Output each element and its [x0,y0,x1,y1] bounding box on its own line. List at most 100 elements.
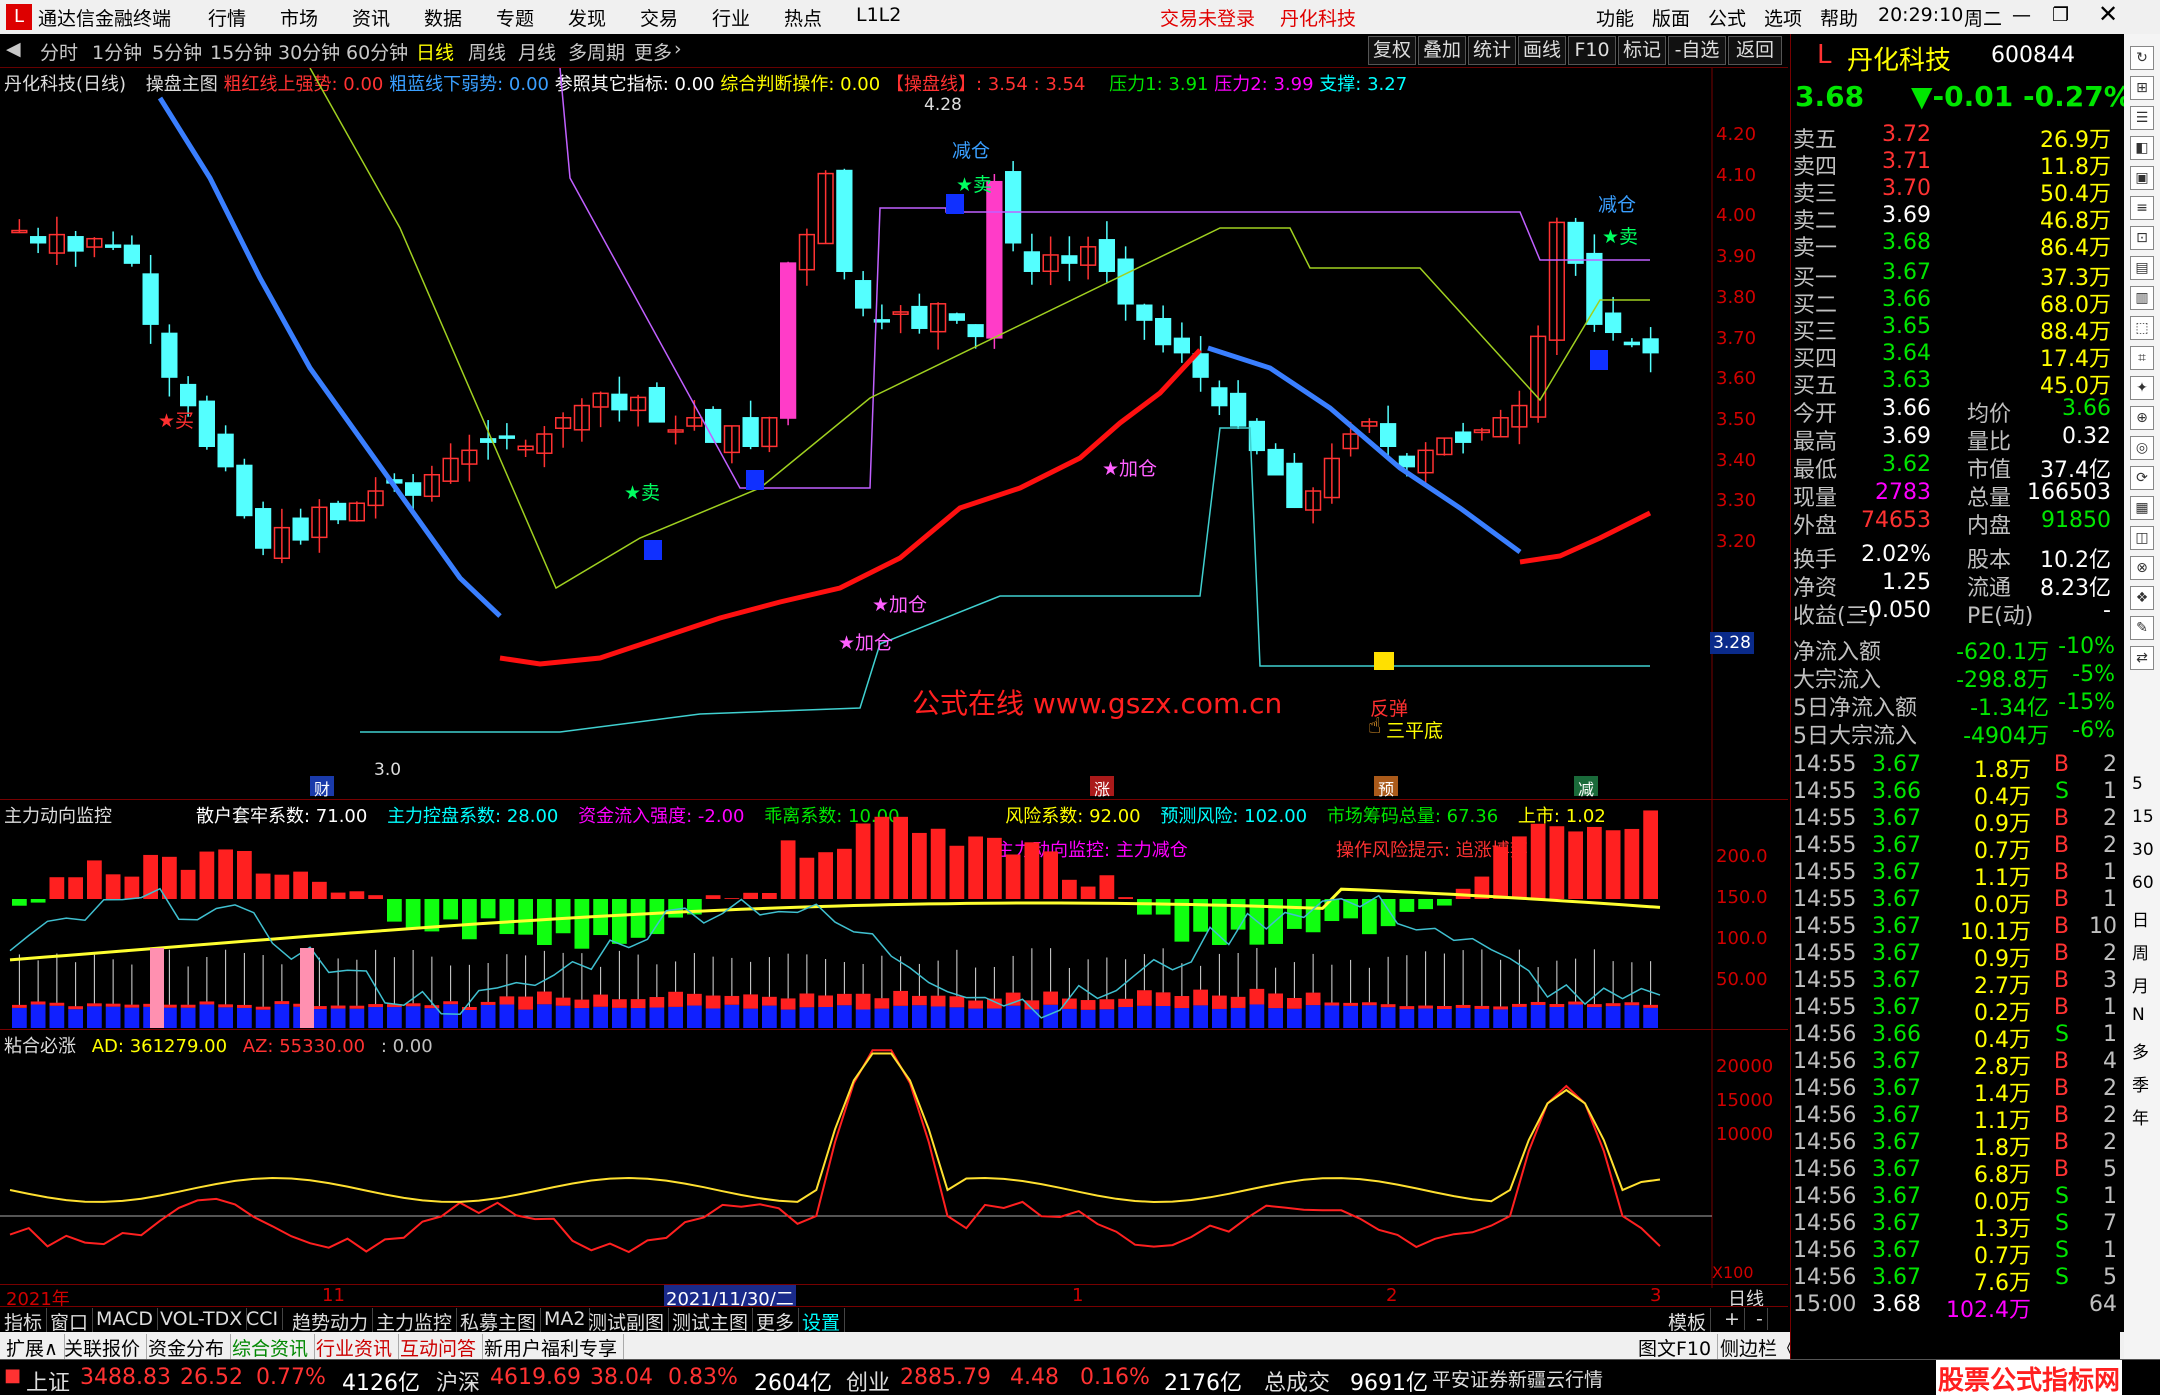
sidebar-tool-icon[interactable]: ✎ [2130,616,2154,640]
info-tab[interactable]: 扩展∧ [0,1334,65,1361]
menu-item[interactable]: 版面 [1652,4,1690,31]
restore-icon[interactable]: ❐ [2052,4,2069,26]
close-icon[interactable]: ✕ [2098,0,2118,28]
sidebar-tool-icon[interactable]: ▣ [2130,166,2154,190]
minimize-icon[interactable]: — [2012,4,2031,26]
index-name[interactable]: 沪深 [436,1365,480,1395]
indicator-tab[interactable]: MA2 [540,1308,591,1330]
period-tab[interactable]: 60分钟 [346,38,408,65]
indicator-tab[interactable]: MACD [92,1308,158,1330]
indicator-tab[interactable]: 窗口 [46,1308,94,1335]
indicator-tab[interactable]: 测试副图 [584,1308,670,1335]
period-tab[interactable]: 分时 [40,38,78,65]
indicator-tab[interactable]: 更多 [752,1308,800,1335]
menu-item[interactable]: 功能 [1596,4,1634,31]
index-name[interactable]: 创业 [846,1365,890,1395]
sidebar-tool-icon[interactable]: ⇄ [2130,646,2154,670]
indicator-tab[interactable]: 指标 [0,1308,48,1335]
sidebar-period-label[interactable]: 多 [2132,1038,2149,1063]
sidebar-tool-icon[interactable]: ▤ [2130,256,2154,280]
sidebar-period-label[interactable]: 30 [2132,840,2154,860]
sidebar-period-label[interactable]: 60 [2132,873,2154,893]
sidebar-period-label[interactable]: N [2132,1005,2145,1025]
indicator-tab[interactable]: VOL-TDX [156,1308,248,1330]
info-tab[interactable]: 互动问答 [394,1334,484,1361]
event-marker[interactable]: 减 [1574,776,1598,799]
indicator-tab[interactable]: 测试主图 [668,1308,754,1335]
menu-item[interactable]: 交易 [640,4,678,31]
toolbar-button[interactable]: 标记 [1618,36,1666,65]
period-tab[interactable]: 月线 [518,38,556,65]
menu-item[interactable]: 市场 [280,4,318,31]
menu-item[interactable]: 帮助 [1820,4,1858,31]
settings-tab[interactable]: 设置 [798,1308,846,1335]
indicator-tab[interactable]: 趋势动力 [288,1308,374,1335]
period-tab[interactable]: 1分钟 [92,38,142,65]
sidebar-period-label[interactable]: 季 [2132,1071,2149,1096]
sidebar-tool-icon[interactable]: ⊗ [2130,556,2154,580]
event-marker[interactable]: 预 [1374,776,1398,799]
period-tab[interactable]: 周线 [468,38,506,65]
menu-item[interactable]: 专题 [496,4,534,31]
sidebar-period-label[interactable]: 年 [2132,1104,2149,1129]
sidebar-period-label[interactable]: 5 [2132,774,2143,794]
sidebar-tool-icon[interactable]: ◎ [2130,436,2154,460]
sidebar-tool-icon[interactable]: ⬚ [2130,316,2154,340]
indicator-tab[interactable]: CCI [242,1308,284,1330]
toolbar-button[interactable]: F10 [1568,36,1616,65]
info-tab[interactable]: 资金分布 [142,1334,232,1361]
period-tab-active[interactable]: 日线 [416,38,454,65]
event-marker[interactable]: 财 [310,776,334,799]
sidebar-tool-icon[interactable]: ◧ [2130,136,2154,160]
chevron-right-icon[interactable]: › [674,38,682,60]
menu-item[interactable]: 公式 [1708,4,1746,31]
sidebar-period-label[interactable]: 周 [2132,939,2149,964]
login-status[interactable]: 交易未登录 [1160,4,1255,31]
index-name[interactable]: 上证 [26,1365,70,1395]
sidebar-tool-icon[interactable]: ⊕ [2130,406,2154,430]
info-tab[interactable]: 新用户福利专享 [478,1334,625,1361]
sidebar-tool-icon[interactable]: ✦ [2130,376,2154,400]
indicator-tab[interactable]: 私募主图 [456,1308,542,1335]
toolbar-button[interactable]: 统计 [1468,36,1516,65]
sidebar-tool-icon[interactable]: ⊞ [2130,76,2154,100]
sidebar-tool-icon[interactable]: ▦ [2130,496,2154,520]
toolbar-button[interactable]: 复权 [1368,36,1416,65]
sidebar-tool-icon[interactable]: ☰ [2130,106,2154,130]
add-pane-button[interactable]: + [1720,1308,1745,1330]
info-tab[interactable]: 综合资讯 [226,1334,316,1361]
menu-item[interactable]: 热点 [784,4,822,31]
sidebar-period-label[interactable]: 日 [2132,906,2149,931]
sidebar-period-label[interactable]: 15 [2132,807,2154,827]
remove-pane-button[interactable]: - [1752,1308,1768,1330]
toolbar-button[interactable]: 返回 [1728,36,1782,65]
indicator-tab[interactable]: 主力监控 [372,1308,458,1335]
adhesion-chart[interactable] [0,1028,1714,1288]
menu-item[interactable]: 发现 [568,4,606,31]
sidebar-tool-icon[interactable]: ⊡ [2130,226,2154,250]
menu-item[interactable]: 数据 [424,4,462,31]
info-tab[interactable]: 行业资讯 [310,1334,400,1361]
period-tab[interactable]: 30分钟 [278,38,340,65]
sidebar-period-label[interactable]: 月 [2132,972,2149,997]
stock-name[interactable]: 丹化科技 [1847,40,1951,77]
candlestick-chart[interactable] [0,68,1714,798]
f10-button[interactable]: 图文F10 [1632,1334,1719,1361]
period-tab[interactable]: 多周期 [568,38,625,65]
menu-item[interactable]: 资讯 [352,4,390,31]
main-force-chart[interactable] [0,798,1714,1028]
event-marker[interactable]: 涨 [1090,776,1114,799]
menu-item[interactable]: 行情 [208,4,246,31]
info-tab[interactable]: 关联报价 [58,1334,148,1361]
sidebar-tool-icon[interactable]: ⌗ [2130,346,2154,370]
menu-item[interactable]: L1L2 [856,4,901,26]
template-button[interactable]: 模板 [1664,1308,1712,1335]
sidebar-tool-icon[interactable]: ⟳ [2130,466,2154,490]
toolbar-button[interactable]: 画线 [1518,36,1566,65]
period-tab[interactable]: 更多 [634,38,672,65]
menu-item[interactable]: 选项 [1764,4,1802,31]
sidebar-tool-icon[interactable]: ▥ [2130,286,2154,310]
sidebar-tool-icon[interactable]: ↻ [2130,46,2154,70]
toolbar-button[interactable]: 叠加 [1418,36,1466,65]
period-tab[interactable]: 15分钟 [210,38,272,65]
